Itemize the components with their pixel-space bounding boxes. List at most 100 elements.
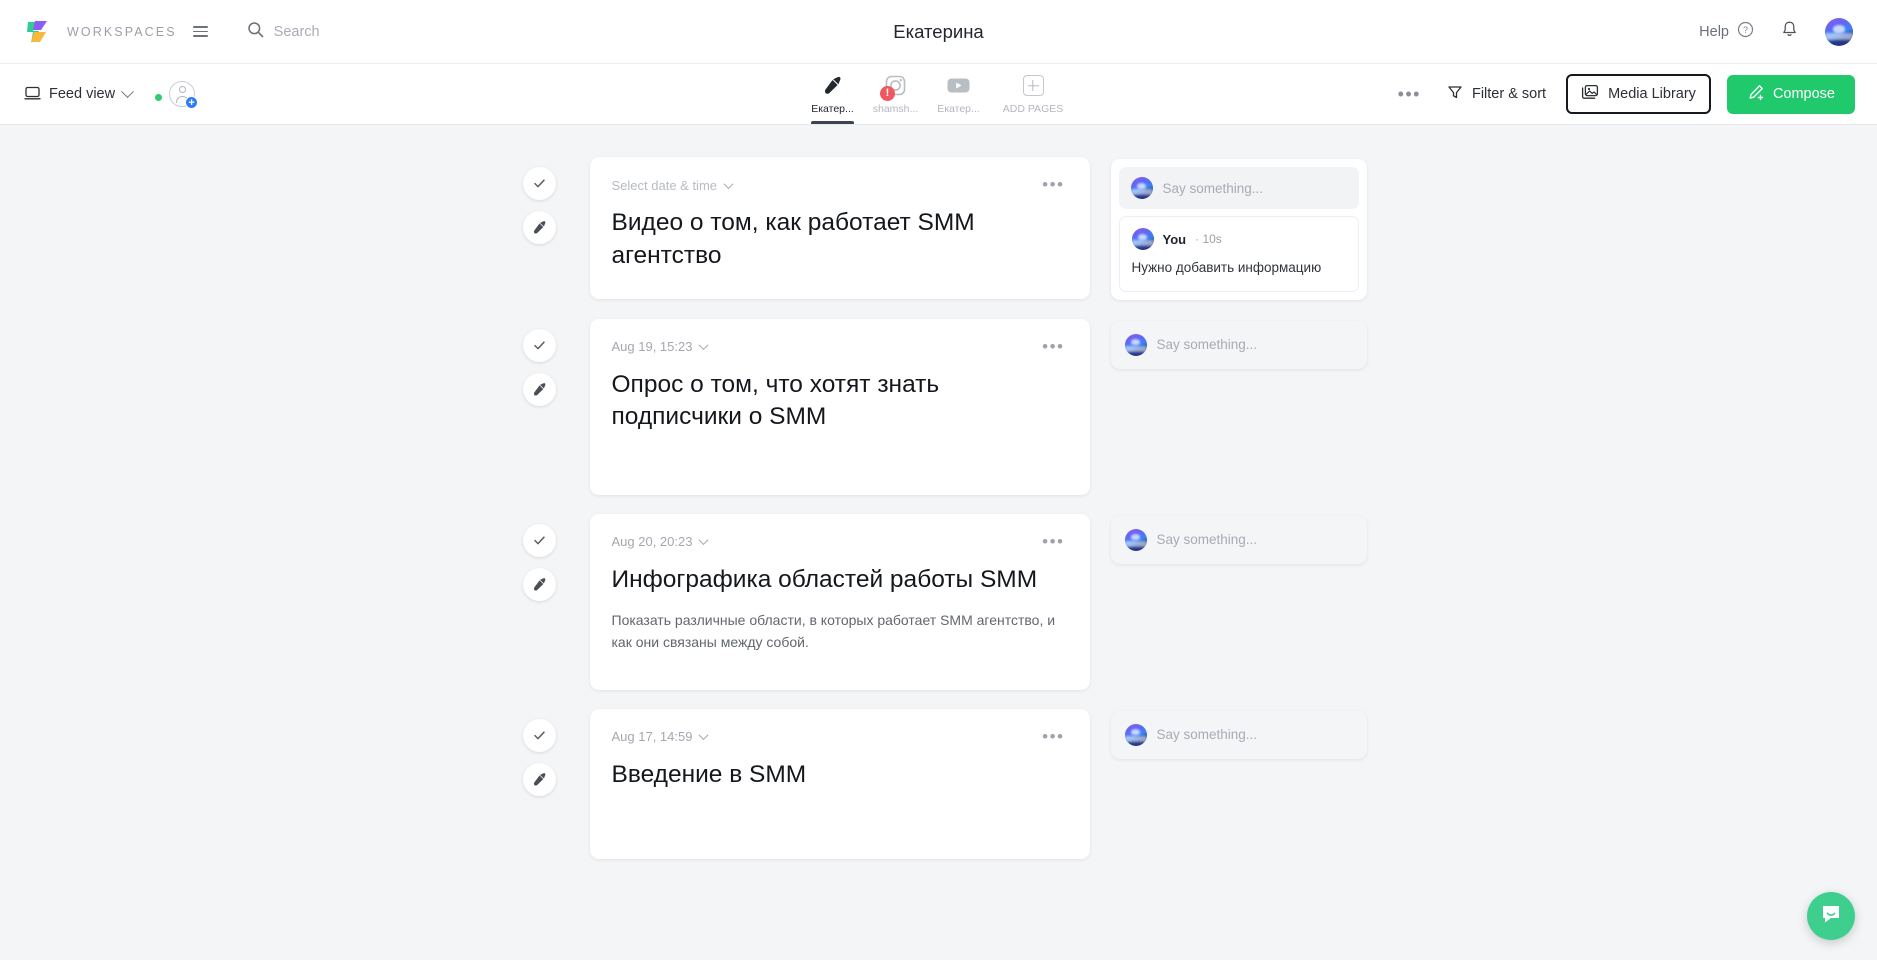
toolbar-right-group: ••• Filter & sort Media Library Compose bbox=[1392, 74, 1855, 114]
members-group: + bbox=[154, 81, 199, 109]
approve-check-button[interactable] bbox=[523, 523, 556, 557]
page-tab-0[interactable]: Екатер... bbox=[801, 64, 864, 124]
post-date-selector[interactable]: Aug 17, 14:59 bbox=[612, 729, 709, 744]
post-rail bbox=[511, 319, 569, 406]
post-date-selector[interactable]: Select date & time bbox=[611, 177, 734, 193]
edit-pen-button[interactable] bbox=[523, 372, 556, 406]
post-card[interactable]: Aug 20, 20:23 ••• Инфографика областей р… bbox=[589, 513, 1090, 690]
app-logo-icon[interactable] bbox=[24, 17, 54, 47]
comment-text: Нужно добавить информацию bbox=[1131, 260, 1322, 275]
comment-composer[interactable]: Say something... bbox=[1111, 711, 1367, 759]
feed-view-icon bbox=[24, 84, 41, 105]
post-body: Показать различные области, в которых ра… bbox=[611, 612, 1056, 650]
add-member-button[interactable]: + bbox=[169, 81, 199, 109]
compose-label: Compose bbox=[1772, 86, 1835, 102]
edit-pen-button[interactable] bbox=[523, 567, 556, 601]
search-icon bbox=[247, 21, 264, 43]
help-label: Help bbox=[1699, 23, 1729, 40]
comment-composer[interactable]: Say something... bbox=[1111, 321, 1367, 369]
media-library-button[interactable]: Media Library bbox=[1566, 74, 1711, 114]
avatar bbox=[1124, 333, 1147, 356]
post-card[interactable]: Aug 17, 14:59 ••• Введение в SMM bbox=[589, 708, 1090, 859]
approve-check-button[interactable] bbox=[523, 328, 556, 362]
plus-square-icon bbox=[1022, 73, 1044, 98]
comment-composer-placeholder: Say something... bbox=[1156, 727, 1258, 743]
comments-column: Say something... You · 10s Нужно добавит… bbox=[1110, 157, 1367, 300]
approve-check-button[interactable] bbox=[523, 167, 556, 200]
comment-composer-placeholder: Say something... bbox=[1156, 532, 1258, 548]
post-date-label: Select date & time bbox=[611, 177, 718, 193]
comment-composer[interactable]: Say something... bbox=[1118, 167, 1359, 209]
feed-area: Select date & time ••• Видео о том, как … bbox=[0, 125, 1877, 960]
post-date-label: Aug 19, 15:23 bbox=[611, 339, 693, 355]
more-options-button[interactable]: ••• bbox=[1392, 85, 1427, 103]
post-date-label: Aug 20, 20:23 bbox=[611, 534, 693, 550]
post-card-header: Aug 17, 14:59 ••• bbox=[612, 728, 1068, 746]
page-tab-label: Екатер... bbox=[937, 103, 980, 115]
edit-pen-button[interactable] bbox=[523, 211, 556, 244]
chevron-down-icon bbox=[723, 178, 734, 189]
edit-pen-button[interactable] bbox=[523, 762, 556, 796]
comment-composer[interactable]: Say something... bbox=[1111, 516, 1367, 564]
notifications-bell-icon[interactable] bbox=[1780, 20, 1799, 44]
menu-hamburger-icon[interactable] bbox=[190, 23, 211, 40]
post-rail bbox=[511, 157, 569, 244]
chevron-down-icon bbox=[699, 340, 709, 351]
avatar bbox=[1124, 723, 1147, 746]
user-avatar[interactable] bbox=[1825, 17, 1853, 46]
compose-button[interactable]: Compose bbox=[1726, 74, 1855, 114]
youtube-icon bbox=[946, 73, 971, 98]
feed-view-selector[interactable]: Feed view bbox=[22, 80, 134, 109]
help-button[interactable]: Help ? bbox=[1699, 21, 1754, 43]
svg-text:?: ? bbox=[1743, 25, 1748, 35]
post-menu-button[interactable]: ••• bbox=[1039, 728, 1067, 746]
comment-composer-placeholder: Say something... bbox=[1156, 337, 1258, 353]
comment-item: You · 10s Нужно добавить информацию bbox=[1118, 216, 1359, 292]
chevron-down-icon bbox=[121, 84, 134, 98]
search-placeholder: Search bbox=[273, 23, 320, 40]
post-card[interactable]: Aug 19, 15:23 ••• Опрос о том, что хотят… bbox=[589, 318, 1090, 495]
post-title: Опрос о том, что хотят знать подписчики … bbox=[611, 370, 940, 431]
avatar bbox=[1130, 177, 1153, 199]
post-menu-button[interactable]: ••• bbox=[1039, 533, 1067, 551]
pen-icon bbox=[821, 73, 844, 98]
error-badge: ! bbox=[880, 86, 895, 101]
post-card[interactable]: Select date & time ••• Видео о том, как … bbox=[589, 157, 1090, 299]
post-date-selector[interactable]: Aug 19, 15:23 bbox=[611, 339, 709, 355]
page-tab-2[interactable]: Екатер... bbox=[927, 64, 990, 124]
feed-view-label: Feed view bbox=[49, 86, 116, 102]
comment-header: You · 10s bbox=[1131, 228, 1346, 250]
avatar bbox=[1131, 228, 1154, 250]
post-menu-button[interactable]: ••• bbox=[1039, 176, 1067, 194]
filter-funnel-icon bbox=[1447, 84, 1463, 104]
search-box[interactable]: Search bbox=[247, 21, 320, 43]
brand-label: WORKSPACES bbox=[67, 24, 177, 39]
online-status-dot bbox=[154, 93, 164, 102]
filter-sort-button[interactable]: Filter & sort bbox=[1443, 79, 1550, 109]
post-card-header: Aug 19, 15:23 ••• bbox=[612, 338, 1068, 356]
post-date-selector[interactable]: Aug 20, 20:23 bbox=[611, 534, 709, 550]
comment-composer-placeholder: Say something... bbox=[1162, 180, 1264, 196]
post-menu-button[interactable]: ••• bbox=[1039, 338, 1067, 356]
chat-support-button[interactable] bbox=[1807, 892, 1855, 940]
page-tab-1[interactable]: ! shamsh... bbox=[864, 64, 927, 124]
post-card-header: Select date & time ••• bbox=[612, 176, 1068, 194]
add-pages-tab[interactable]: ADD PAGES bbox=[990, 64, 1076, 124]
sub-toolbar: Feed view + Екатер... ! shamsh... Екатер… bbox=[0, 64, 1877, 125]
filter-sort-label: Filter & sort bbox=[1471, 86, 1547, 102]
comment-timestamp: · 10s bbox=[1195, 232, 1222, 246]
post-title: Введение в SMM bbox=[611, 760, 807, 788]
approve-check-button[interactable] bbox=[523, 718, 556, 752]
post-title: Инфографика областей работы SMM bbox=[611, 565, 1038, 593]
post-rail bbox=[511, 709, 569, 796]
post-rail bbox=[511, 514, 569, 601]
question-circle-icon: ? bbox=[1737, 21, 1754, 43]
compose-pencil-icon bbox=[1747, 84, 1764, 105]
feed-row: Select date & time ••• Видео о том, как … bbox=[0, 157, 1877, 300]
chevron-down-icon bbox=[699, 535, 709, 546]
page-tab-label: Екатер... bbox=[811, 103, 854, 115]
instagram-icon: ! bbox=[880, 73, 907, 101]
toolbar-left-group: Feed view + bbox=[22, 80, 199, 109]
feed-row: Aug 19, 15:23 ••• Опрос о том, что хотят… bbox=[0, 318, 1877, 495]
avatar bbox=[1124, 528, 1147, 551]
